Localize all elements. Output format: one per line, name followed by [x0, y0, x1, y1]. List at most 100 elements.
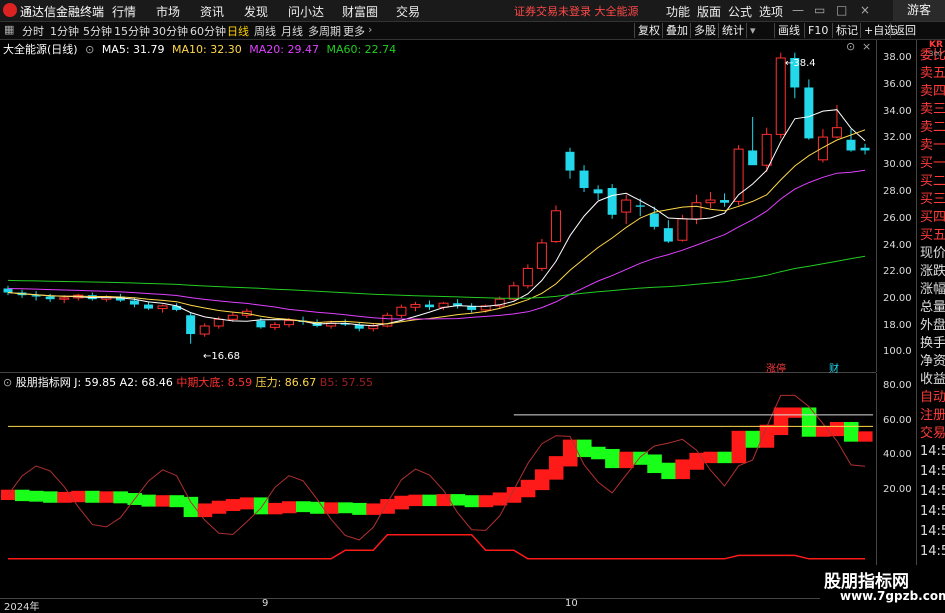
btn-diejia[interactable]: 叠加 [662, 23, 691, 38]
menu-faxian[interactable]: 发现 [244, 3, 268, 20]
candle-body-up [59, 297, 70, 300]
date-label: 9 [262, 598, 269, 609]
ribbon-green [801, 407, 817, 437]
ribbon-red [619, 451, 634, 469]
quote-label[interactable]: 换手 [920, 336, 945, 352]
period-multi[interactable]: 多周期 [308, 23, 341, 39]
quote-label[interactable]: 14:56 [920, 504, 945, 520]
price-tick: 26.00 [883, 212, 912, 224]
ribbon-red [99, 491, 114, 503]
app-title: 通达信金融终端 [20, 5, 105, 19]
quote-label[interactable]: 买一 [920, 156, 945, 172]
price-chart[interactable] [0, 40, 876, 598]
btn-biaoji[interactable]: 标记 [832, 23, 861, 38]
ribbon-green [43, 491, 58, 503]
period-30min[interactable]: 30分钟 [152, 23, 188, 39]
quote-label[interactable]: 14:56 [920, 464, 945, 480]
period-more[interactable]: 更多 [343, 23, 365, 39]
candle-body-up [705, 199, 716, 204]
menu-banmian[interactable]: 版面 [697, 3, 721, 20]
ribbon-green [745, 430, 761, 448]
period-monthly[interactable]: 月线 [281, 23, 303, 39]
quote-label[interactable]: 买五 [920, 228, 945, 244]
maximize-icon[interactable]: □ [836, 3, 847, 17]
period-15min[interactable]: 15分钟 [114, 23, 150, 39]
menu-caifuquan[interactable]: 财富圈 [342, 3, 378, 20]
menu-shichang[interactable]: 市场 [156, 3, 180, 20]
quote-label[interactable]: 卖二 [920, 120, 945, 136]
quote-label[interactable]: 卖四 [920, 84, 945, 100]
ma5-line [7, 109, 866, 327]
quote-label[interactable]: 买四 [920, 210, 945, 226]
ribbon-green [113, 491, 128, 504]
btn-huaxian[interactable]: 画线 [774, 23, 803, 38]
quote-label[interactable]: 自动 [920, 390, 945, 406]
menu-gongneng[interactable]: 功能 [666, 3, 690, 20]
menu-zixun[interactable]: 资讯 [200, 3, 224, 20]
sub-tick: 80.00 [883, 380, 912, 392]
quote-label[interactable]: 卖一 [920, 138, 945, 154]
menu-jiaoyi[interactable]: 交易 [396, 3, 420, 20]
btn-fuquan[interactable]: 复权 [634, 23, 663, 38]
mid-bottom-value: 中期大底: 8.59 [176, 376, 253, 389]
a2-value: A2: 68.46 [119, 376, 173, 389]
candle-body-down [860, 147, 870, 151]
quote-label[interactable]: 14:56 [920, 544, 945, 560]
quote-label[interactable]: 买三 [920, 192, 945, 208]
quote-label[interactable]: 卖五 [920, 66, 945, 82]
guest-button[interactable]: 游客 [893, 0, 945, 21]
quote-label[interactable]: 14:56 [920, 444, 945, 460]
sub-tick: 100.0 [883, 346, 912, 357]
period-5min[interactable]: 5分钟 [83, 23, 112, 39]
finance-label[interactable]: 财 [829, 360, 839, 375]
quote-label[interactable]: 收益 [920, 372, 945, 388]
quote-label[interactable]: 净资 [920, 354, 945, 370]
mid-bottom-line [8, 534, 866, 560]
grid-icon[interactable]: ▦ [4, 23, 14, 36]
candle-body-down [593, 189, 603, 194]
menu-wenxiaoda[interactable]: 问小达 [288, 3, 324, 20]
ribbon-red [548, 456, 564, 480]
period-60min[interactable]: 60分钟 [190, 23, 226, 39]
chevron-right-icon[interactable]: › [368, 23, 372, 36]
candle-body-down [607, 187, 617, 215]
quote-label[interactable]: 现价 [920, 246, 945, 262]
period-daily[interactable]: 日线 [227, 23, 249, 39]
indicator-name[interactable]: 股朋指标网 [16, 376, 71, 389]
menu-hangqing[interactable]: 行情 [112, 3, 136, 20]
dropdown-icon[interactable]: ▾ [746, 23, 759, 38]
ribbon-green [141, 494, 157, 507]
ribbon-red [520, 479, 536, 498]
ribbon-red [689, 452, 704, 470]
btn-f10[interactable]: F10 [804, 23, 831, 38]
ribbon-red [815, 425, 831, 437]
quote-label[interactable]: 14:56 [920, 524, 945, 540]
sub-settings-icon[interactable]: ⊙ [3, 376, 12, 389]
quote-label[interactable]: 总量 [920, 300, 945, 316]
ribbon-red [534, 469, 550, 491]
menu-xuanxiang[interactable]: 选项 [759, 3, 783, 20]
quote-label[interactable]: 涨幅 [920, 282, 945, 298]
minimize-icon[interactable]: — [792, 3, 804, 17]
btn-duogu[interactable]: 多股 [690, 23, 719, 38]
candle-body-up [227, 314, 238, 320]
btn-tongji[interactable]: 统计 [718, 23, 747, 38]
period-weekly[interactable]: 周线 [254, 23, 276, 39]
btn-fanhui[interactable]: 返回 [890, 23, 919, 38]
quote-label[interactable]: 注册 [920, 408, 945, 424]
quote-label[interactable]: 卖三 [920, 102, 945, 118]
ribbon-green [29, 490, 44, 502]
restore-icon[interactable]: ▭ [814, 3, 825, 17]
right-quote-panel: 委比 卖五 卖四 卖三 卖二 卖一 买一 买二 买三 买四 买五 现价 涨跌 涨幅 总量 外盘 换手 净资 收益 自动… [916, 40, 945, 600]
stock-link[interactable]: 大全能源 [595, 5, 639, 18]
menu-gongshi[interactable]: 公式 [728, 3, 752, 20]
period-1min[interactable]: 1分钟 [50, 23, 79, 39]
quote-label[interactable]: 外盘 [920, 318, 945, 334]
quote-label[interactable]: 14:56 [920, 484, 945, 500]
period-fenshi[interactable]: 分时 [22, 23, 44, 39]
quote-label[interactable]: 涨跌 [920, 264, 945, 280]
quote-label[interactable]: 交易 [920, 426, 945, 442]
quote-label[interactable]: 买二 [920, 174, 945, 190]
ribbon-red [703, 451, 719, 464]
close-icon[interactable]: × [860, 3, 870, 17]
